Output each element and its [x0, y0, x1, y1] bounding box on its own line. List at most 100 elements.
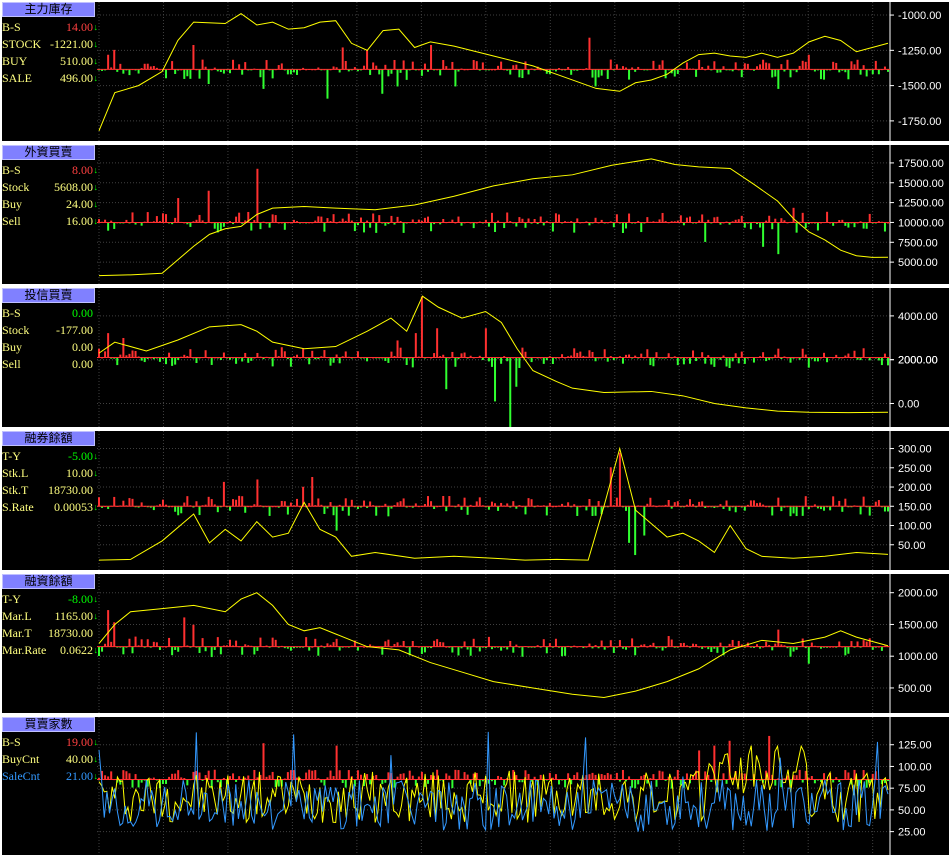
bar — [503, 222, 506, 229]
bar — [789, 646, 792, 657]
legend: B-S 19.00 ↓ BuyCnt 40.00 ↓ SaleCnt 21.00 ↓ — [2, 734, 99, 785]
bar — [685, 773, 688, 780]
legend-label: Buy — [2, 340, 23, 354]
bar — [813, 357, 816, 362]
bar — [621, 769, 624, 780]
bar — [710, 646, 713, 652]
down-arrow-icon: ↓ — [93, 451, 99, 461]
bar — [442, 495, 445, 507]
bar — [390, 69, 393, 74]
legend-label: STOCK — [2, 37, 42, 51]
panel-title[interactable]: 外資買賣 — [2, 145, 95, 160]
panel-title[interactable]: 買賣家數 — [2, 717, 95, 732]
bar — [283, 222, 286, 230]
bar — [448, 775, 451, 780]
bar — [131, 646, 134, 654]
bar — [222, 69, 225, 74]
bar — [408, 770, 411, 780]
bar — [177, 770, 180, 780]
bar — [277, 65, 280, 70]
bar — [646, 217, 649, 223]
bar — [228, 776, 231, 780]
bar — [232, 499, 235, 507]
bar — [283, 351, 286, 358]
panel-title[interactable]: 融券餘額 — [2, 431, 95, 446]
bar — [460, 353, 463, 358]
bar — [353, 222, 356, 232]
bar — [213, 769, 216, 780]
bar — [573, 348, 576, 358]
bar — [311, 770, 314, 780]
bar — [393, 779, 396, 788]
bar — [734, 506, 737, 513]
bar — [323, 222, 326, 232]
bar — [542, 357, 545, 364]
legend-value: 0.00 — [72, 306, 93, 320]
bar — [402, 773, 405, 780]
bar — [262, 69, 265, 89]
bar — [466, 506, 469, 515]
bar — [186, 496, 189, 507]
legend-value: 14.00 — [66, 20, 93, 34]
bar — [442, 218, 445, 223]
bar — [183, 617, 186, 647]
bar — [390, 351, 393, 358]
bar — [128, 773, 131, 780]
bar — [341, 506, 344, 511]
y-tick-label: 75.00 — [898, 783, 926, 795]
panel-title[interactable]: 主力庫存 — [2, 2, 95, 17]
panel-title[interactable]: 融資餘額 — [2, 574, 95, 589]
bar — [631, 779, 634, 788]
panel-title[interactable]: 投信買賣 — [2, 288, 95, 303]
bar — [634, 506, 637, 556]
bar — [430, 501, 433, 507]
bar — [420, 646, 423, 654]
down-arrow-icon: ↓ — [93, 22, 99, 32]
bar — [192, 771, 195, 780]
bar — [317, 498, 320, 507]
bar — [801, 212, 804, 223]
bar — [609, 59, 612, 70]
bar — [759, 64, 762, 70]
bar — [137, 779, 140, 788]
bar — [688, 357, 691, 364]
bar — [478, 497, 481, 507]
bar — [640, 222, 643, 233]
bar — [844, 770, 847, 780]
bar — [673, 502, 676, 507]
bar — [579, 351, 582, 358]
y-tick-label: 17500.00 — [898, 158, 944, 170]
bar — [344, 351, 347, 358]
bar — [826, 211, 829, 223]
legend: T-Y -5.00 ↓ Stk.L 10.00 ↓ Stk.T 18730.00 S.Rate 0… — [2, 448, 99, 516]
bar — [326, 69, 329, 99]
bar — [289, 646, 292, 651]
bar — [768, 63, 771, 70]
bar — [883, 353, 886, 358]
bar — [591, 772, 594, 780]
y-tick-label: -1000.00 — [898, 10, 941, 22]
bar — [865, 779, 868, 788]
bar — [606, 69, 609, 79]
down-arrow-icon: ↓ — [93, 611, 99, 621]
bar — [634, 646, 637, 656]
bar — [472, 638, 475, 647]
legend-value: 0.00 — [72, 340, 93, 354]
y-tick-label: 2000.00 — [898, 588, 938, 600]
bar — [168, 637, 171, 647]
bar — [521, 646, 524, 657]
bar — [107, 222, 110, 231]
bar — [588, 499, 591, 507]
bar — [652, 60, 655, 70]
bar — [119, 63, 122, 70]
bar — [305, 637, 308, 647]
bar — [323, 506, 326, 514]
bar — [844, 222, 847, 226]
bar — [786, 59, 789, 70]
y-tick-label: 125.00 — [898, 740, 932, 752]
legend-row: Stk.T 18730.00 — [2, 482, 96, 499]
bar — [161, 213, 164, 223]
bar — [853, 769, 856, 780]
bar — [396, 216, 399, 223]
down-arrow-icon: ↓ — [93, 754, 99, 764]
